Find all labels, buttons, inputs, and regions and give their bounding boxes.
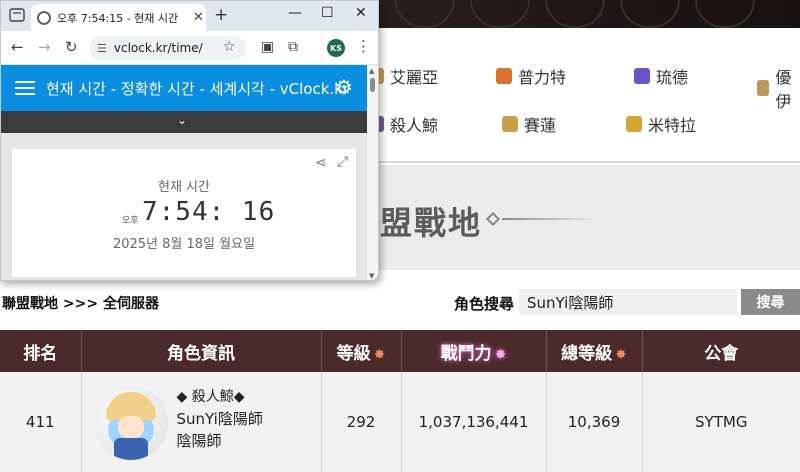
bookmark-star-icon[interactable]: ☆ xyxy=(223,39,236,55)
new-tab-button[interactable]: + xyxy=(214,5,228,25)
scroll-up-icon[interactable]: ▲ xyxy=(369,67,374,75)
level-cell: 292 xyxy=(321,372,402,472)
clock-label: 현재 시간 xyxy=(158,180,210,195)
col-header-guild: 公會 xyxy=(642,330,800,372)
col-header-total-level[interactable]: 總等級 ✸ xyxy=(546,330,643,372)
col-header-level[interactable]: 等級 ✸ xyxy=(321,330,402,372)
active-tab[interactable]: 오후 7:54:15 - 현재 시간 ✕ xyxy=(31,4,206,31)
hamburger-menu-icon[interactable] xyxy=(15,81,35,95)
elysium-world-icon xyxy=(757,80,770,96)
server-item-elysium[interactable]: 優伊 xyxy=(757,64,800,112)
tab-bar: 오후 7:54:15 - 현재 시간 ✕ + — ☐ ✕ xyxy=(1,1,378,31)
server-item-mitra[interactable]: 米特拉 xyxy=(626,112,696,136)
banner-ornament xyxy=(470,0,530,28)
divider-line xyxy=(502,218,597,220)
breadcrumb: 聯盟戰地 >>> 全伺服器 xyxy=(2,296,159,312)
clock-card: ⋖ ⤢ 현재 시간 오후 7:54: 16 2025년 8월 18일 월요일 xyxy=(12,149,356,277)
diamond-ornament xyxy=(485,211,501,227)
date-display: 2025년 8월 18일 월요일 xyxy=(112,237,256,252)
site-title[interactable]: 현재 시간 - 정확한 시간 - 세계시각 - vClock.kr xyxy=(46,78,349,99)
table-row: 411 ◆ 殺人鯨◆ SunYi陰陽師 陰陽師 292 1,037,136,44… xyxy=(0,372,800,472)
col-header-rank[interactable]: 排名 xyxy=(0,330,82,372)
time-display: 7:54: 16 xyxy=(142,197,276,227)
scroll-down-icon[interactable]: ▼ xyxy=(369,272,374,280)
tab-search-icon[interactable] xyxy=(9,7,25,23)
col-header-character: 角色資訊 xyxy=(81,330,322,372)
power-cell: 1,037,136,441 xyxy=(401,372,547,472)
scroll-thumb[interactable] xyxy=(370,78,375,92)
close-window-button[interactable]: ✕ xyxy=(355,5,367,21)
total-level-cell: 10,369 xyxy=(546,372,643,472)
banner-ornament xyxy=(395,0,455,28)
table-header-row: 排名 角色資訊 等級 ✸ 戰鬥力 ✸ 總等級 ✸ 公會 xyxy=(0,330,800,372)
server-label: 殺人鯨 xyxy=(390,116,439,135)
search-button[interactable]: 搜尋 xyxy=(741,289,800,315)
character-info: ◆ 殺人鯨◆ SunYi陰陽師 陰陽師 xyxy=(177,386,263,452)
extensions-puzzle-icon[interactable]: ⧉ xyxy=(288,39,298,55)
back-arrow-icon[interactable]: ← xyxy=(11,38,24,56)
rank-cell: 411 xyxy=(0,372,82,472)
server-item-siren[interactable]: 賽蓮 xyxy=(502,112,556,136)
col-header-power[interactable]: 戰鬥力 ✸ xyxy=(401,330,547,372)
guild-cell: SYTMG xyxy=(642,372,800,472)
character-cell: ◆ 殺人鯨◆ SunYi陰陽師 陰陽師 xyxy=(81,372,322,472)
cast-icon[interactable]: ▣ xyxy=(261,39,274,55)
ampm-label: 오후 xyxy=(122,216,139,226)
pollit-world-icon xyxy=(496,68,512,84)
server-item-pollit[interactable]: 普力特 xyxy=(496,64,566,88)
clock-favicon-icon xyxy=(37,10,51,25)
character-avatar[interactable] xyxy=(93,386,168,460)
tab-title: 오후 7:54:15 - 현재 시간 xyxy=(57,11,179,25)
hero-title: 盟戰地 xyxy=(380,204,483,242)
collapse-bar[interactable]: ⌄ xyxy=(1,111,367,133)
banner-ornament xyxy=(695,0,755,28)
chevron-down-icon[interactable]: ⌄ xyxy=(177,113,187,127)
server-label: 琉德 xyxy=(656,68,689,87)
share-icon[interactable]: ⋖ xyxy=(315,155,327,171)
popup-browser-window: 오후 7:54:15 - 현재 시간 ✕ + — ☐ ✕ ← → ↻ ☰ vcl… xyxy=(0,0,379,281)
fullscreen-icon[interactable]: ⤢ xyxy=(337,154,348,170)
siren-world-icon xyxy=(502,116,518,132)
address-bar: ← → ↻ ☰ vclock.kr/time/ ☆ ▣ ⧉ KS ⋮ xyxy=(1,31,378,65)
server-item-luna[interactable]: 琉德 xyxy=(634,64,688,88)
sort-leaf-icon: ✸ xyxy=(494,346,507,363)
banner-ornament xyxy=(620,0,680,28)
server-label: 賽蓮 xyxy=(524,116,557,135)
server-label: 艾麗亞 xyxy=(390,68,439,87)
hero-decoration xyxy=(485,211,598,227)
url-text: vclock.kr/time/ xyxy=(113,41,203,55)
maximize-button[interactable]: ☐ xyxy=(321,5,334,21)
search-row: 聯盟戰地 >>> 全伺服器 角色搜尋 搜尋 xyxy=(0,282,800,322)
character-search-input[interactable] xyxy=(519,289,737,315)
server-label: 米特拉 xyxy=(648,116,697,135)
forward-arrow-icon[interactable]: → xyxy=(38,38,51,56)
banner-ornament xyxy=(545,0,605,28)
mitra-world-icon xyxy=(626,116,642,132)
character-server: ◆ 殺人鯨◆ xyxy=(176,389,245,405)
server-label: 優伊 xyxy=(775,68,792,111)
sort-leaf-icon: ✸ xyxy=(373,346,386,363)
character-job: 陰陽師 xyxy=(176,432,222,450)
gear-icon[interactable]: ⚙ xyxy=(335,75,353,99)
tab-close-icon[interactable]: ✕ xyxy=(193,10,204,25)
reload-icon[interactable]: ↻ xyxy=(65,38,78,56)
sort-leaf-icon: ✸ xyxy=(615,346,627,363)
clock-area: ⋖ ⤢ 현재 시간 오후 7:54: 16 2025년 8월 18일 월요일 xyxy=(1,133,367,280)
site-info-icon[interactable]: ☰ xyxy=(97,42,107,55)
minimize-button[interactable]: — xyxy=(288,5,302,21)
character-name[interactable]: SunYi陰陽師 xyxy=(177,408,263,430)
server-label: 普力特 xyxy=(518,68,567,87)
scrollbar[interactable]: ▲ ▼ xyxy=(367,65,378,280)
ranking-table: 排名 角色資訊 等級 ✸ 戰鬥力 ✸ 總等級 ✸ 公會 411 ◆ 殺人鯨◆ SunY… xyxy=(0,330,800,472)
search-label: 角色搜尋 xyxy=(454,295,515,313)
server-nav: 艾麗亞 普力特 琉德 優伊 殺人鯨 賽蓮 米特拉 xyxy=(360,28,800,163)
luna-world-icon xyxy=(634,68,650,84)
menu-kebab-icon[interactable]: ⋮ xyxy=(356,37,371,55)
site-header: 현재 시간 - 정확한 시간 - 세계시각 - vClock.kr ⚙ xyxy=(1,65,367,111)
profile-avatar[interactable]: KS xyxy=(327,39,345,57)
